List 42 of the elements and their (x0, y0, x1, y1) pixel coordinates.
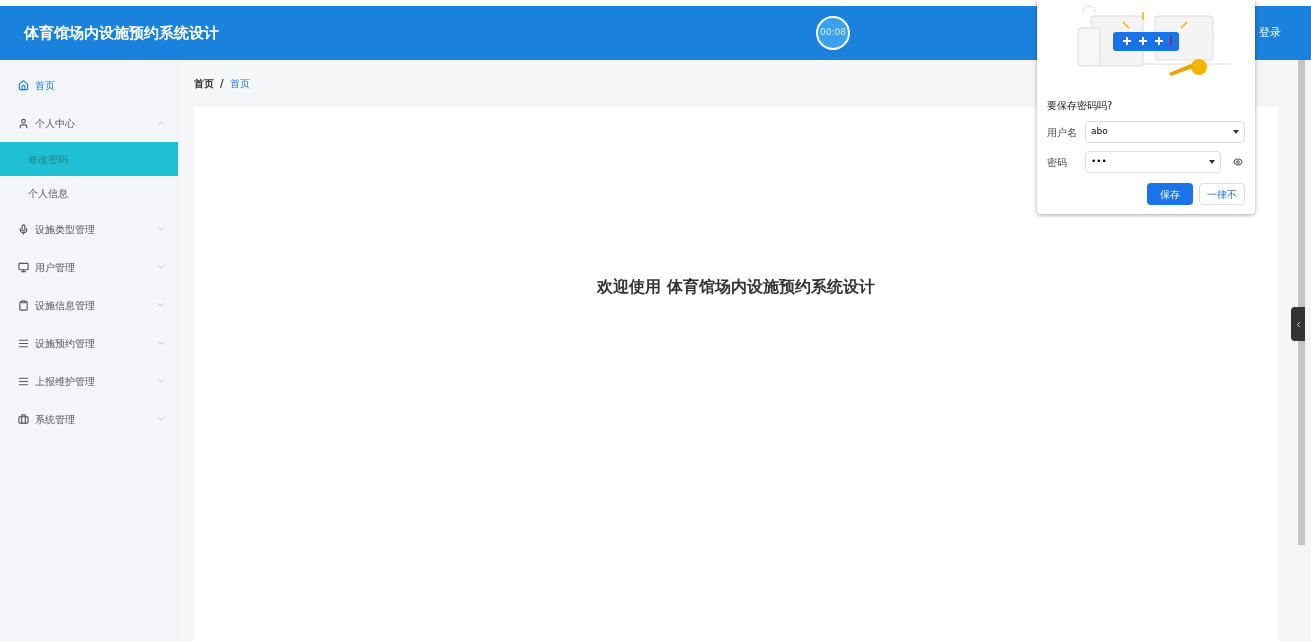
chevron-down-icon (156, 300, 166, 310)
chevron-up-icon (156, 118, 166, 128)
list-icon (18, 375, 29, 387)
microphone-icon (18, 223, 29, 235)
menu-item[interactable]: 设施信息管理 (0, 286, 178, 324)
save-button[interactable]: 保存 (1147, 183, 1193, 205)
dropdown-field[interactable]: ••• (1085, 151, 1221, 173)
menu-item[interactable]: 个人中心 (0, 104, 178, 142)
chevron-down-icon (156, 376, 166, 386)
user-icon (18, 117, 29, 129)
dropdown-field[interactable]: abo (1085, 121, 1245, 143)
timer-badge: 00:08 (816, 16, 850, 50)
caret-icon (1233, 130, 1239, 134)
chevron-down-icon (156, 224, 166, 234)
breadcrumb-separator: / (220, 77, 224, 91)
home-icon (18, 79, 29, 91)
field-label: 用户名 (1047, 125, 1078, 140)
never-button[interactable]: 一律不 (1199, 183, 1245, 205)
show-password-icon[interactable] (1233, 157, 1243, 167)
menu-item[interactable]: 系统管理 (0, 400, 178, 438)
menu-item[interactable]: 首页 (0, 66, 178, 104)
menu-item[interactable]: 用户管理 (0, 248, 178, 286)
menu-item[interactable]: 设施预约管理 (0, 324, 178, 362)
briefcase-icon (18, 413, 29, 425)
field-label: 密码 (1047, 155, 1068, 170)
login-link[interactable]: 登录 (1259, 25, 1281, 42)
breadcrumb-item: 首页 (229, 77, 250, 91)
popup-title: 要保存密码吗? (1047, 99, 1114, 113)
collapse-tab[interactable] (1291, 307, 1305, 341)
chevron-down-icon (156, 262, 166, 272)
breadcrumb-item[interactable]: 首页 (194, 76, 214, 91)
clipboard-icon (18, 299, 29, 311)
chevron-down-icon (156, 338, 166, 348)
list-icon (18, 337, 29, 349)
chevron-down-icon (156, 414, 166, 424)
menu-item[interactable]: 上报维护管理 (0, 362, 178, 400)
welcome-heading: 欢迎使用 体育馆场内设施预约系统设计 (597, 276, 875, 298)
menu-item[interactable]: 设施类型管理 (0, 210, 178, 248)
submenu-item[interactable]: 个人信息 (0, 176, 178, 210)
monitor-icon (18, 261, 29, 273)
app-title: 体育馆场内设施预约系统设计 (24, 22, 219, 44)
caret-icon (1209, 160, 1215, 164)
